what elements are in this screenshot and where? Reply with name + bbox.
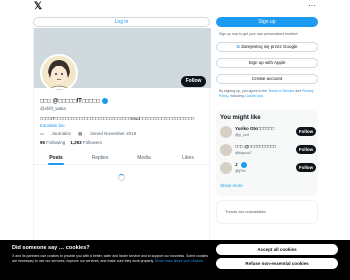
show-more-link[interactable]: Show more bbox=[220, 183, 243, 188]
cookie-title: Did someone say … cookies? bbox=[12, 245, 90, 251]
avatar[interactable] bbox=[220, 144, 232, 156]
suggested-name: □□□ @□□□□□□□□□□ bbox=[235, 144, 276, 149]
cookie-choices-link[interactable]: Show more about your choices. bbox=[155, 259, 204, 263]
follow-button[interactable]: Follow bbox=[181, 76, 206, 87]
signup-note: Sign up now to get your own personalized… bbox=[219, 32, 298, 36]
profile-tabs: Posts Replies Media Likes bbox=[34, 151, 211, 165]
profile-handle: @shift_waka bbox=[40, 106, 66, 111]
calendar-icon: ▦ bbox=[78, 131, 83, 136]
terms-mid: and bbox=[294, 89, 303, 93]
profile-counts: 95 Following 1,293 Followers bbox=[40, 140, 102, 145]
suggested-handle: @y_oot bbox=[235, 132, 249, 137]
terms-pre: By signing up, you agree to the bbox=[219, 89, 269, 93]
suggested-handle: @j7hf bbox=[235, 168, 246, 173]
tab-media[interactable]: Media bbox=[122, 151, 166, 165]
profile-name: □□□ @□□□□□IT□□□□□ bbox=[40, 98, 108, 105]
create-account-button[interactable]: Create account bbox=[216, 74, 318, 84]
tab-posts[interactable]: Posts bbox=[34, 151, 78, 165]
you-might-like-title: You might like bbox=[220, 115, 261, 121]
terms-mid2: , including bbox=[228, 93, 245, 98]
avatar[interactable] bbox=[220, 162, 232, 174]
cookie-use-link[interactable]: Cookie Use bbox=[245, 94, 263, 98]
verified-badge-icon bbox=[101, 98, 108, 104]
profile-column: Follow □□□ @□□□□□IT□□□□□ @shift_waka □□□… bbox=[33, 28, 211, 243]
list-item[interactable]: □□□ @□□□□□□□□□□ @kopoc7 Follow bbox=[220, 144, 316, 160]
loading-spinner-icon bbox=[118, 174, 125, 181]
google-signup-label: Zarejestruj się przez Google bbox=[241, 44, 298, 49]
manga-avatar-icon bbox=[42, 56, 76, 90]
profile-meta: ▭ Journalist ▦ Joined November 2018 bbox=[40, 131, 142, 137]
apple-signup-label: Sign up with Apple bbox=[248, 60, 286, 65]
signup-button[interactable]: Sign up bbox=[216, 17, 318, 27]
following-count[interactable]: 95 bbox=[40, 140, 45, 145]
followers-count[interactable]: 1,293 bbox=[70, 140, 81, 145]
top-bar: 𝕏 ··· bbox=[0, 0, 350, 14]
follow-button[interactable]: Follow bbox=[296, 127, 316, 136]
login-button[interactable]: Log in bbox=[33, 17, 210, 27]
refuse-cookies-button[interactable]: Refuse non-essential cookies bbox=[216, 258, 338, 269]
profile-name-text: □□□ @□□□□□IT□□□□□ bbox=[40, 98, 100, 105]
accept-cookies-button[interactable]: Accept all cookies bbox=[216, 244, 338, 255]
you-might-like-panel: You might like Yuriko Oto□□□□□□ @y_oot F… bbox=[216, 110, 318, 196]
tab-replies[interactable]: Replies bbox=[78, 151, 122, 165]
suggested-handle: @kopoc7 bbox=[235, 150, 252, 155]
translate-bio-link[interactable]: translate bio bbox=[40, 123, 65, 128]
cookie-banner: Did someone say … cookies? X and its par… bbox=[0, 240, 350, 280]
list-item[interactable]: Yuriko Oto□□□□□□ @y_oot Follow bbox=[220, 126, 316, 142]
followers-label[interactable]: Followers bbox=[83, 140, 102, 145]
following-label[interactable]: Following bbox=[46, 140, 65, 145]
x-logo-icon[interactable]: 𝕏 bbox=[34, 2, 44, 12]
apple-signup-button[interactable]: Sign up with Apple bbox=[216, 58, 318, 68]
suggested-name-text: J bbox=[235, 162, 238, 168]
profile-joined: Joined November 2018 bbox=[89, 131, 137, 136]
profile-bio: □□□□IT□□□□□□□□□□□□□□□□□□□□□□□□□□□□Mod□□□… bbox=[40, 116, 195, 121]
terms-text: By signing up, you agree to the Terms of… bbox=[219, 89, 317, 98]
trends-panel: Trends are unavailable. bbox=[216, 200, 318, 224]
terms-link[interactable]: Terms of Service bbox=[268, 89, 294, 93]
google-signup-button[interactable]: G Zarejestruj się przez Google bbox=[216, 42, 318, 52]
tab-likes[interactable]: Likes bbox=[166, 151, 210, 165]
more-options-icon[interactable]: ··· bbox=[308, 2, 316, 10]
briefcase-icon: ▭ bbox=[40, 131, 45, 136]
profile-category: Journalist bbox=[51, 131, 71, 136]
follow-button[interactable]: Follow bbox=[296, 163, 316, 172]
list-item[interactable]: J @j7hf Follow bbox=[220, 162, 316, 178]
avatar[interactable] bbox=[40, 54, 78, 92]
suggested-name: Yuriko Oto□□□□□□ bbox=[235, 126, 275, 131]
follow-button[interactable]: Follow bbox=[296, 145, 316, 154]
google-icon: G bbox=[236, 44, 240, 49]
terms-end: . bbox=[262, 93, 264, 98]
avatar[interactable] bbox=[220, 126, 232, 138]
cookie-text: X and its partners use cookies to provid… bbox=[12, 254, 212, 263]
